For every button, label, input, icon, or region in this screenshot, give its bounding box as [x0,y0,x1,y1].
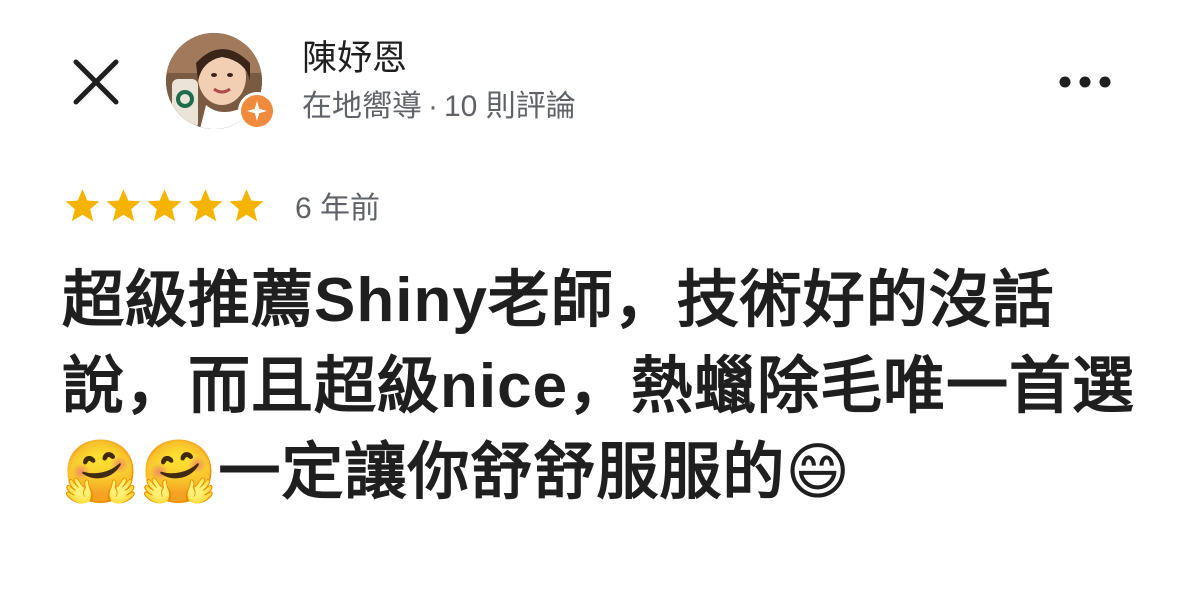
meta-separator: · [428,90,438,123]
user-name[interactable]: 陳妤恩 [302,36,407,82]
user-meta: 在地嚮導 · 10 則評論 [302,86,576,128]
local-guide-label: 在地嚮導 [302,90,422,123]
star-icon [229,188,264,221]
more-horizontal-icon [1059,76,1111,88]
more-options-button[interactable] [1055,62,1115,102]
close-button[interactable] [64,50,128,114]
star-icon [147,188,182,221]
star-rating [62,185,267,226]
star-icon [188,188,223,221]
star-icon [65,188,100,221]
local-guide-star-icon [241,95,273,127]
review-count: 10 則評論 [444,90,576,123]
review-age: 6 年前 [295,192,381,225]
local-guide-badge [238,92,276,130]
star-icon [106,188,141,221]
rating-row: 6 年前 [62,182,380,228]
review-text: 超級推薦Shiny老師，技術好的沒話說，而且超級nice，熱蠟除毛唯一首選🤗🤗一… [62,266,1136,507]
close-icon [73,59,119,105]
